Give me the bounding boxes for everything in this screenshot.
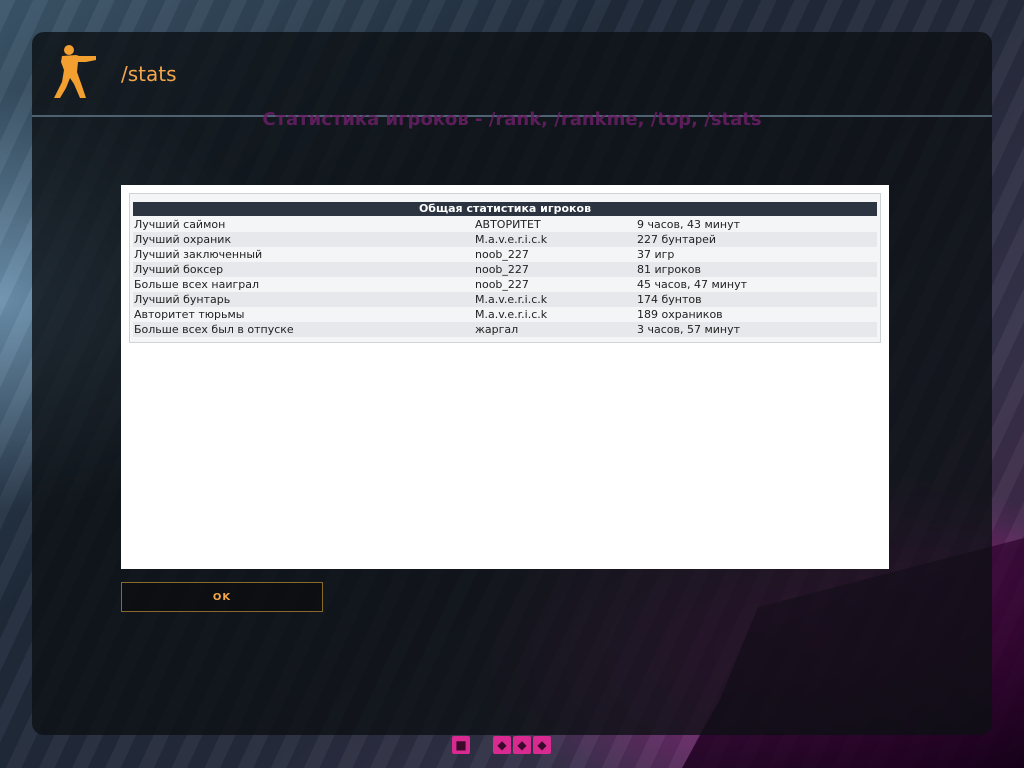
row-category: Лучший саймон: [134, 218, 226, 231]
suit-icon: ■: [452, 736, 470, 754]
diamond-icon: ◆: [533, 736, 551, 754]
row-category: Больше всех наиграл: [134, 278, 260, 291]
table-row: Лучший охраник M.a.v.e.r.i.c.k 227 бунта…: [133, 232, 877, 247]
row-value: 45 часов, 47 минут: [637, 278, 748, 291]
row-player: noob_227: [475, 278, 529, 291]
hud-left-group: ■: [452, 736, 470, 756]
window-title: /stats: [121, 62, 177, 86]
row-player: АВТОРИТЕТ: [475, 218, 541, 231]
row-category: Лучший боксер: [134, 263, 224, 276]
stats-table: Общая статистика игроков Лучший саймон А…: [129, 193, 881, 343]
stats-table-body: Лучший саймон АВТОРИТЕТ 9 часов, 43 мину…: [133, 217, 877, 337]
ok-button[interactable]: OK: [121, 582, 323, 612]
table-row: Больше всех наиграл noob_227 45 часов, 4…: [133, 277, 877, 292]
table-row: Лучший бунтарь M.a.v.e.r.i.c.k 174 бунто…: [133, 292, 877, 307]
row-category: Больше всех был в отпуске: [134, 323, 294, 336]
row-value: 189 охраников: [637, 308, 723, 321]
row-player: noob_227: [475, 263, 529, 276]
row-category: Лучший бунтарь: [134, 293, 231, 306]
row-value: 81 игроков: [637, 263, 701, 276]
background-heading: Статистика игроков - /rank, /rankme, /to…: [262, 109, 762, 130]
row-value: 9 часов, 43 минут: [637, 218, 741, 231]
stats-table-header: Общая статистика игроков: [133, 202, 877, 216]
table-row: Больше всех был в отпуске жаргал 3 часов…: [133, 322, 877, 337]
row-value: 3 часов, 57 минут: [637, 323, 741, 336]
html-content-area[interactable]: Общая статистика игроков Лучший саймон А…: [121, 185, 889, 569]
row-player: жаргал: [475, 323, 519, 336]
row-value: 227 бунтарей: [637, 233, 717, 246]
row-value: 37 игр: [637, 248, 675, 261]
table-row: Лучший саймон АВТОРИТЕТ 9 часов, 43 мину…: [133, 217, 877, 232]
row-player: noob_227: [475, 248, 529, 261]
row-category: Лучший охраник: [134, 233, 232, 246]
table-row: Авторитет тюрьмы M.a.v.e.r.i.c.k 189 охр…: [133, 307, 877, 322]
table-row: Лучший боксер noob_227 81 игроков: [133, 262, 877, 277]
diamond-icon: ◆: [493, 736, 511, 754]
row-player: M.a.v.e.r.i.c.k: [475, 293, 548, 306]
row-player: M.a.v.e.r.i.c.k: [475, 233, 548, 246]
row-category: Лучший заключенный: [134, 248, 263, 261]
row-player: M.a.v.e.r.i.c.k: [475, 308, 548, 321]
table-row: Лучший заключенный noob_227 37 игр: [133, 247, 877, 262]
diamond-icon: ◆: [513, 736, 531, 754]
row-value: 174 бунтов: [637, 293, 702, 306]
counter-terrorist-logo-icon: [54, 45, 96, 98]
hud-right-group: ◆ ◆ ◆: [493, 736, 551, 756]
row-category: Авторитет тюрьмы: [134, 308, 245, 321]
